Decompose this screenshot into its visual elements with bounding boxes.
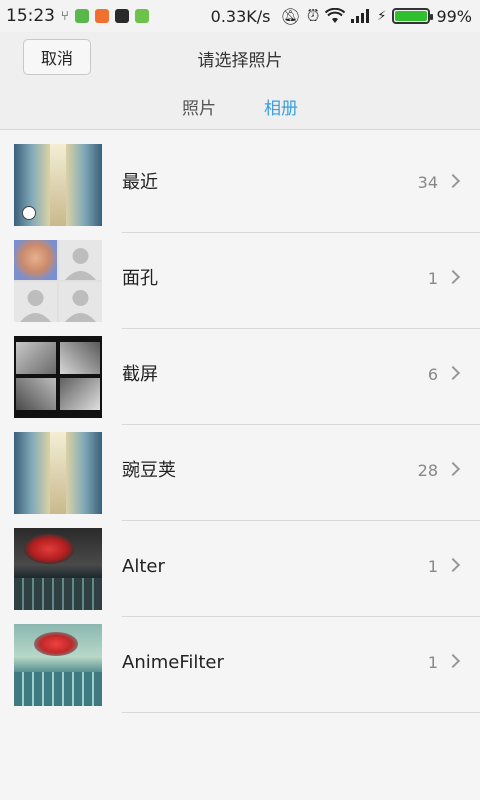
status-left: 15:23 ⑂ bbox=[6, 6, 149, 26]
album-name: 截屏 bbox=[122, 364, 158, 385]
album-count: 6 bbox=[427, 365, 438, 384]
mute-icon: 🔕︎ bbox=[280, 6, 301, 26]
album-row-faces[interactable]: 面孔 1 bbox=[0, 233, 480, 329]
wifi-icon bbox=[325, 8, 346, 23]
album-name: 豌豆荚 bbox=[122, 460, 176, 481]
album-count: 1 bbox=[427, 653, 438, 672]
app-icon bbox=[74, 9, 89, 23]
battery-icon bbox=[392, 8, 434, 24]
chevron-right-icon bbox=[445, 173, 461, 189]
charging-icon: ⚡ bbox=[377, 8, 387, 24]
album-thumbnail bbox=[14, 528, 102, 610]
divider bbox=[122, 712, 480, 713]
album-thumbnail bbox=[14, 336, 102, 418]
album-name: 最近 bbox=[122, 172, 158, 193]
album-count: 28 bbox=[417, 461, 438, 480]
album-count: 1 bbox=[427, 557, 438, 576]
status-right: 0.33K/s 🔕︎ ⏰︎ ⚡ 99% bbox=[211, 6, 472, 26]
alarm-icon: ⏰︎ bbox=[306, 6, 320, 25]
album-row-wandoujia[interactable]: 豌豆荚 28 bbox=[0, 425, 480, 521]
person-placeholder-icon bbox=[59, 240, 102, 280]
clock-icon bbox=[22, 206, 36, 220]
person-placeholder-icon bbox=[14, 282, 57, 322]
status-bar: 15:23 ⑂ 0.33K/s 🔕︎ ⏰︎ ⚡ 99% bbox=[0, 0, 480, 32]
album-list: 最近 34 面孔 1 截屏 6 豌豆荚 28 Alter 1 AnimeFilt… bbox=[0, 137, 480, 713]
chevron-right-icon bbox=[445, 557, 461, 573]
album-name: Alter bbox=[122, 556, 165, 577]
tab-bar: 照片 相册 bbox=[0, 94, 480, 119]
chevron-right-icon bbox=[445, 269, 461, 285]
battery-fill bbox=[395, 11, 428, 21]
album-row-recent[interactable]: 最近 34 bbox=[0, 137, 480, 233]
tab-photos[interactable]: 照片 bbox=[182, 94, 216, 119]
usb-icon: ⑂ bbox=[61, 8, 69, 24]
header: 取消 请选择照片 照片 相册 bbox=[0, 32, 480, 130]
android-icon bbox=[134, 9, 149, 23]
album-row-screenshots[interactable]: 截屏 6 bbox=[0, 329, 480, 425]
person-placeholder-icon bbox=[59, 282, 102, 322]
face-photo bbox=[14, 240, 57, 280]
app-icon bbox=[94, 9, 109, 23]
album-thumbnail bbox=[14, 144, 102, 226]
album-count: 1 bbox=[427, 269, 438, 288]
album-thumbnail bbox=[14, 624, 102, 706]
signal-icon bbox=[351, 9, 370, 23]
album-row-animefilter[interactable]: AnimeFilter 1 bbox=[0, 617, 480, 713]
album-row-alter[interactable]: Alter 1 bbox=[0, 521, 480, 617]
chevron-right-icon bbox=[445, 461, 461, 477]
chevron-right-icon bbox=[445, 653, 461, 669]
album-name: AnimeFilter bbox=[122, 652, 224, 673]
album-count: 34 bbox=[417, 173, 438, 192]
download-icon bbox=[114, 9, 129, 23]
tab-albums[interactable]: 相册 bbox=[264, 94, 298, 119]
album-name: 面孔 bbox=[122, 268, 158, 289]
net-speed: 0.33K/s bbox=[210, 6, 271, 26]
battery-percent: 99% bbox=[436, 6, 472, 26]
chevron-right-icon bbox=[445, 365, 461, 381]
album-thumbnail bbox=[14, 240, 102, 322]
status-time: 15:23 bbox=[6, 6, 55, 26]
album-thumbnail bbox=[14, 432, 102, 514]
page-title: 请选择照片 bbox=[197, 51, 283, 71]
